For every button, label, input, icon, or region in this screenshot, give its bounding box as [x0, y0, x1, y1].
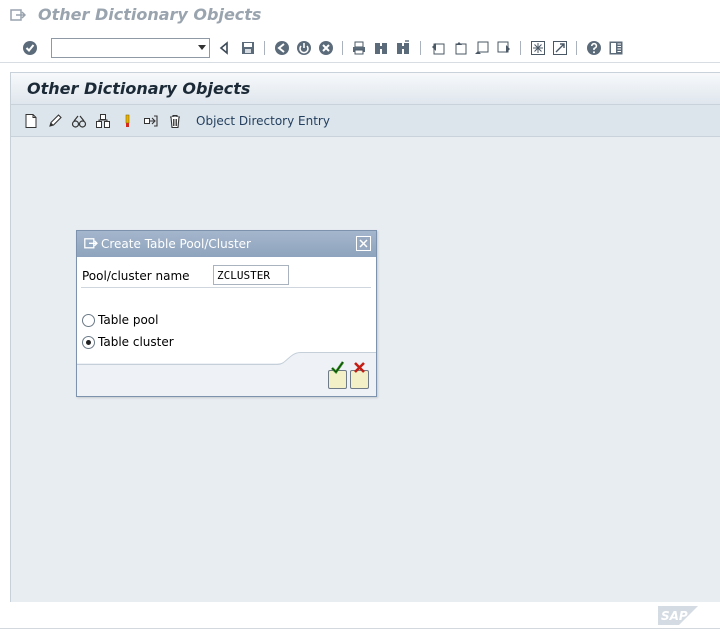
- toolbar-separator: [264, 41, 265, 55]
- table-cluster-label: Table cluster: [98, 335, 174, 349]
- first-page-icon[interactable]: [430, 40, 446, 56]
- sap-logo: SAP: [658, 606, 698, 625]
- previous-page-icon[interactable]: [452, 40, 468, 56]
- display-icon[interactable]: [71, 113, 87, 129]
- print-icon[interactable]: [351, 40, 367, 56]
- dialog-body: Pool/cluster name Table pool Table clust…: [77, 257, 376, 363]
- menu-icon[interactable]: [10, 8, 26, 22]
- exit-icon[interactable]: [296, 40, 312, 56]
- where-used-icon[interactable]: [143, 113, 159, 129]
- page-title-bar: Other Dictionary Objects: [11, 72, 720, 104]
- pool-cluster-name-input[interactable]: [213, 265, 289, 285]
- back-nav-icon[interactable]: [274, 40, 290, 56]
- application-toolbar: Object Directory Entry: [11, 104, 720, 137]
- enter-icon[interactable]: [22, 40, 38, 56]
- dialog-header: Create Table Pool/Cluster: [77, 231, 376, 257]
- table-pool-radio[interactable]: [82, 314, 95, 327]
- toolbar-separator: [420, 41, 421, 55]
- object-directory-entry-button[interactable]: Object Directory Entry: [196, 114, 330, 128]
- dialog-footer: [77, 352, 376, 396]
- activate-icon[interactable]: [119, 113, 135, 129]
- close-icon: [359, 239, 368, 248]
- window-title-bar: Other Dictionary Objects: [0, 0, 720, 32]
- save-icon[interactable]: [240, 40, 256, 56]
- system-toolbar: [0, 33, 720, 63]
- command-input[interactable]: [52, 39, 192, 57]
- toolbar-separator: [520, 41, 521, 55]
- pool-cluster-name-label: Pool/cluster name: [82, 269, 190, 283]
- back-icon[interactable]: [216, 40, 232, 56]
- find-icon[interactable]: [373, 40, 389, 56]
- create-session-icon[interactable]: [530, 40, 546, 56]
- continue-button[interactable]: [328, 361, 347, 389]
- menu-icon[interactable]: [84, 237, 98, 250]
- shortcut-icon[interactable]: [552, 40, 568, 56]
- layout-menu-icon[interactable]: [608, 40, 624, 56]
- delete-icon[interactable]: [167, 113, 183, 129]
- cancel-button[interactable]: [350, 362, 369, 389]
- cancel-x-icon: [354, 362, 365, 373]
- checkmark-icon: [331, 361, 345, 375]
- field-row-divider: [81, 287, 371, 288]
- table-cluster-radio[interactable]: [82, 336, 95, 349]
- close-button[interactable]: [356, 236, 371, 251]
- status-bar-divider: [0, 628, 720, 629]
- toolbar-separator: [342, 41, 343, 55]
- change-icon[interactable]: [47, 113, 63, 129]
- command-field[interactable]: [51, 38, 210, 58]
- create-icon[interactable]: [23, 113, 39, 129]
- chevron-down-icon[interactable]: [198, 45, 206, 50]
- create-table-pool-cluster-dialog: Create Table Pool/Cluster Pool/cluster n…: [76, 230, 377, 397]
- last-page-icon[interactable]: [496, 40, 512, 56]
- dialog-title: Create Table Pool/Cluster: [101, 237, 251, 251]
- next-page-icon[interactable]: [474, 40, 490, 56]
- find-next-icon[interactable]: [395, 40, 411, 56]
- table-pool-label: Table pool: [98, 313, 159, 327]
- window-title: Other Dictionary Objects: [38, 5, 262, 24]
- toolbar-separator: [576, 41, 577, 55]
- copy-icon[interactable]: [95, 113, 111, 129]
- cancel-icon[interactable]: [318, 40, 334, 56]
- svg-text:SAP: SAP: [661, 609, 688, 623]
- page-title: Other Dictionary Objects: [27, 79, 251, 98]
- help-icon[interactable]: [586, 40, 602, 56]
